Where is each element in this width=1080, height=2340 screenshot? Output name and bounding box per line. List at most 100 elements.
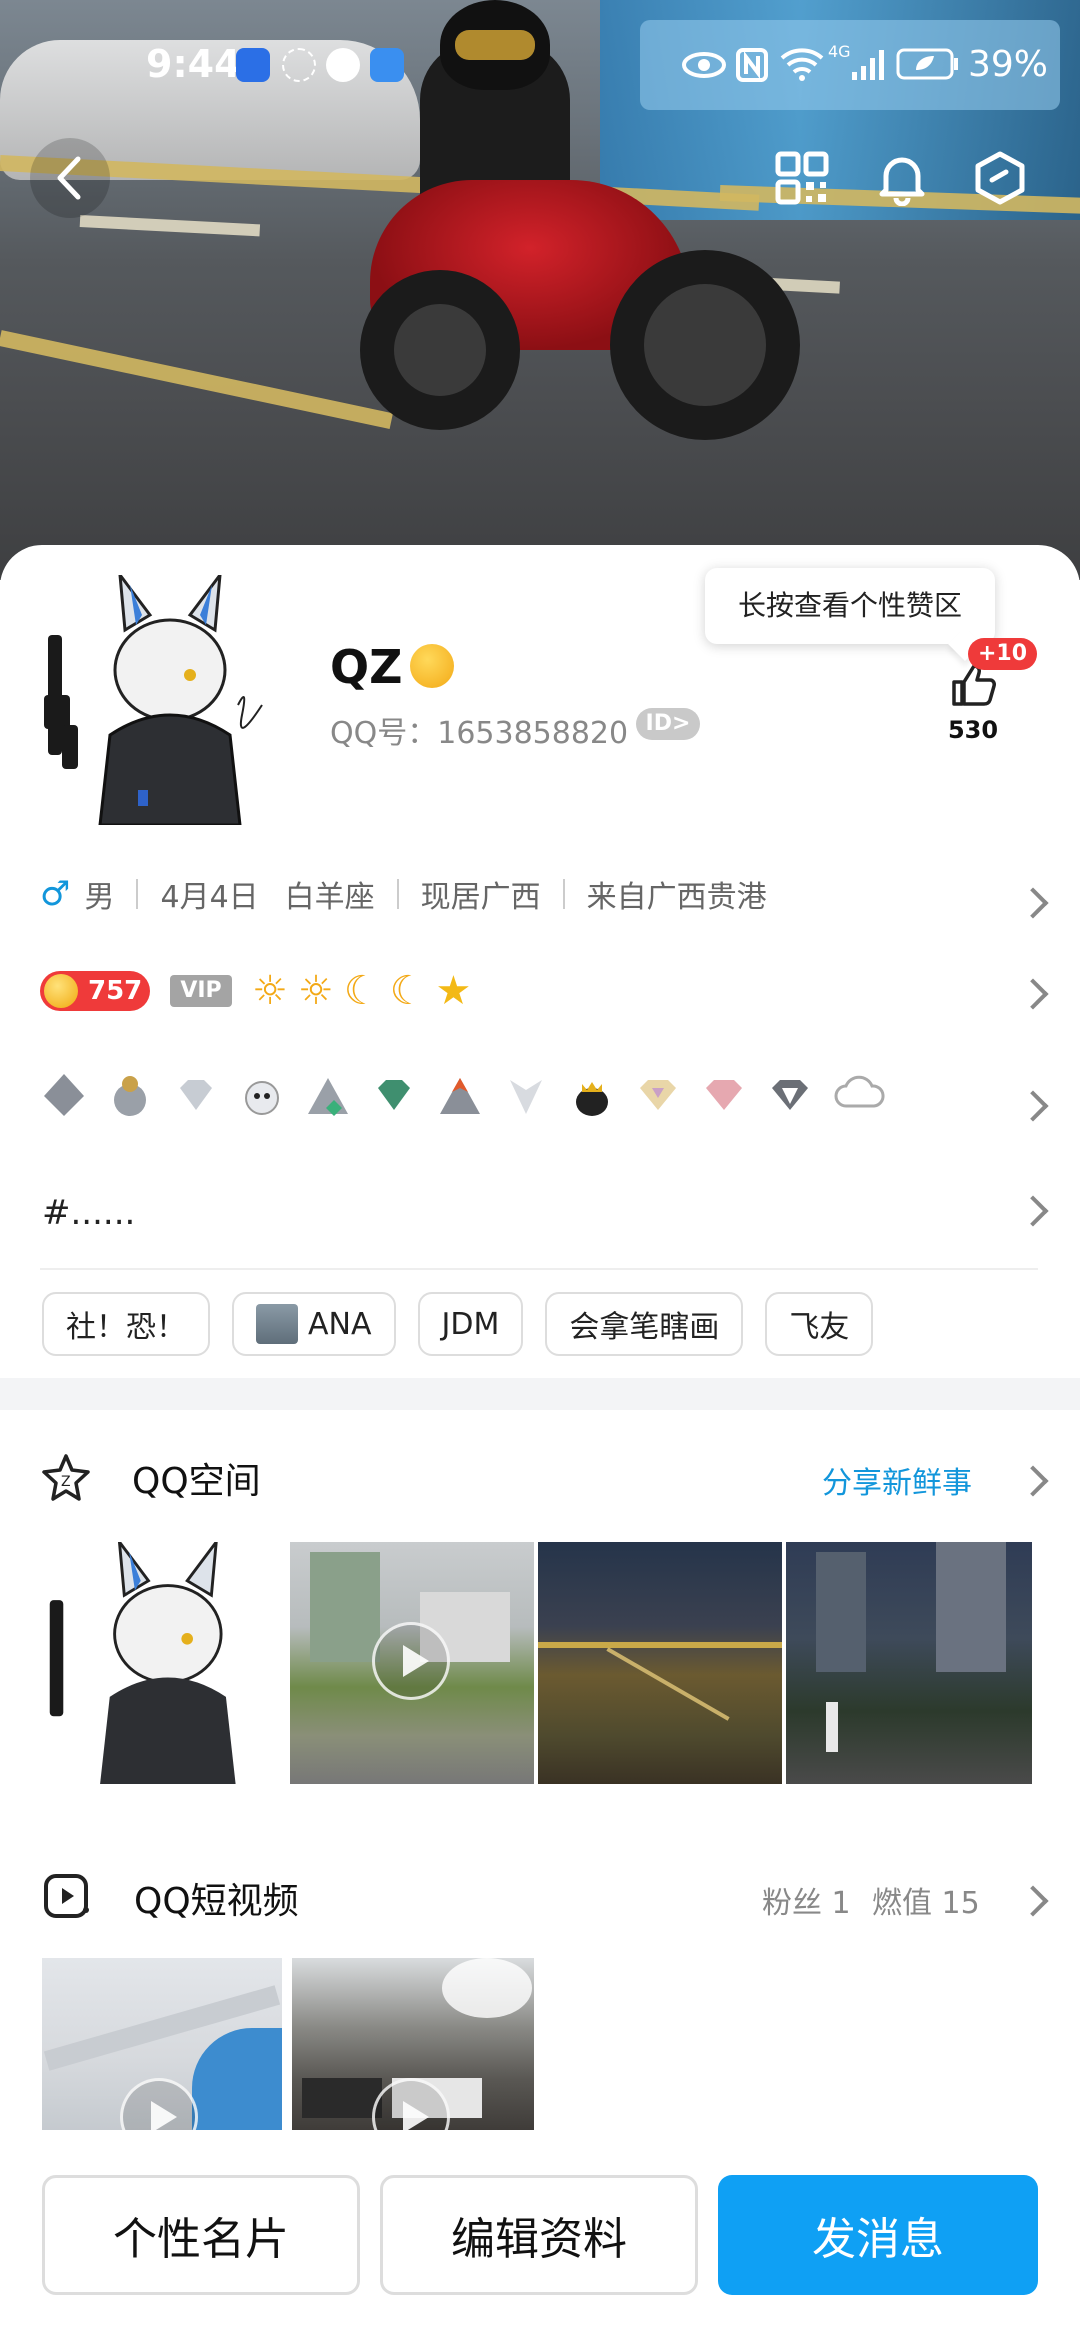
eye-icon [682, 52, 726, 78]
profile-name: QZ [330, 640, 403, 694]
short-video-thumb[interactable] [42, 1958, 282, 2130]
nfc-icon [736, 48, 768, 82]
bell-icon [879, 157, 925, 206]
sun-level-icon: ☼ [297, 968, 334, 1014]
tag-label: 社！恐！ [66, 1310, 186, 1345]
short-video-icon [44, 1874, 89, 1918]
edit-profile-button[interactable]: 编辑资料 [380, 2175, 698, 2295]
tag-item[interactable]: ANA [232, 1292, 396, 1356]
gem-badge-icon [378, 1080, 410, 1110]
chat-app-icon [326, 48, 360, 82]
v-badge-icon [510, 1080, 542, 1114]
qzone-title[interactable]: QQ空间 [132, 1452, 261, 1504]
star-icon: Z [42, 1454, 90, 1501]
play-icon [120, 2078, 198, 2130]
hometown: 来自广西贵港 [586, 880, 767, 915]
battery-icon [896, 48, 958, 80]
gender: 男 [84, 880, 115, 915]
moon-level-icon: ☾ [389, 968, 426, 1014]
basic-info-row[interactable]: ♂ 男 4月4日 白羊座 现居广西 来自广西贵港 [40, 872, 1040, 916]
like-increment-badge: +10 [968, 638, 1038, 670]
tag-label: JDM [441, 1306, 500, 1342]
svg-text:Z: Z [61, 1474, 71, 1490]
car-shape [302, 2078, 382, 2118]
status-time: 9:44 [146, 42, 241, 86]
settings-button[interactable] [960, 138, 1040, 218]
wifi-icon [780, 48, 824, 81]
vip-badge: VIP [170, 975, 232, 1007]
sad-face-status-icon[interactable] [410, 644, 454, 688]
divider [40, 1268, 1038, 1270]
level-row[interactable]: 757 VIP ☼ ☼ ☾ ☾ ★ [40, 968, 1040, 1014]
coin-badge: 757 [40, 971, 150, 1011]
cloud-badge-icon [834, 1075, 885, 1108]
separator [396, 879, 399, 909]
short-video-thumb[interactable] [292, 1958, 534, 2130]
separator [136, 879, 139, 909]
qzone-photo[interactable] [538, 1542, 782, 1784]
ceiling-light-shape [442, 1958, 532, 2018]
coin-icon [44, 974, 78, 1008]
chevron-left-icon [57, 156, 81, 200]
cover-wheel [360, 270, 520, 430]
badge-icon [44, 1074, 84, 1116]
shield-app-icon [236, 48, 270, 82]
personal-card-button[interactable]: 个性名片 [42, 2175, 360, 2295]
location: 现居广西 [420, 880, 541, 915]
back-button[interactable] [30, 138, 110, 218]
badges-row[interactable] [40, 1070, 1040, 1120]
qr-code-button[interactable] [762, 138, 842, 218]
diamond-badge-icon [180, 1080, 212, 1110]
building-shape [310, 1552, 380, 1662]
avatar[interactable] [40, 575, 290, 825]
mountain-badge-icon [308, 1078, 348, 1116]
dark-gem-badge-icon [772, 1080, 808, 1110]
battery-percent: 39% [968, 44, 1049, 85]
mountain-badge-icon [440, 1078, 480, 1114]
tag-item[interactable]: 会拿笔瞎画 [545, 1292, 744, 1356]
tag-item[interactable]: 社！恐！ [42, 1292, 210, 1356]
hexagon-settings-icon [975, 151, 1025, 205]
zodiac: 白羊座 [284, 880, 375, 915]
road-yellow-line [0, 330, 393, 429]
signal-icon [852, 50, 884, 80]
building-shape [936, 1542, 1006, 1672]
qzone-photo[interactable] [42, 1542, 284, 1784]
share-news-link[interactable]: 分享新鲜事 [822, 1458, 972, 1502]
section-gap [0, 1378, 1080, 1410]
airplane-tail-shape [192, 2028, 282, 2130]
face-badge-icon [245, 1081, 279, 1115]
building-shape [816, 1552, 866, 1672]
star-level-icon: ★ [435, 968, 472, 1014]
qq-number[interactable]: QQ号：1653858820 [330, 708, 628, 752]
send-message-button[interactable]: 发消息 [718, 2175, 1038, 2295]
id-badge[interactable]: ID> [636, 708, 700, 740]
penguin-badge-icon [114, 1076, 146, 1116]
rail-line [606, 1647, 730, 1721]
tag-label: 飞友 [789, 1310, 850, 1345]
tag-item[interactable]: 飞友 [765, 1292, 874, 1356]
road-lane-line [79, 215, 261, 237]
qzone-video-thumb[interactable] [290, 1542, 534, 1784]
like-tooltip: 长按查看个性赞区 [705, 568, 995, 644]
signature[interactable]: #...... [42, 1193, 135, 1233]
tag-list: 社！恐！ ANA JDM 会拿笔瞎画 飞友 [42, 1292, 874, 1356]
short-video-title[interactable]: QQ短视频 [134, 1872, 299, 1924]
like-count: 530 [947, 716, 999, 744]
separator [562, 879, 565, 909]
avatar-art-image [49, 1542, 236, 1784]
network-type: 4G [828, 42, 851, 61]
pink-gem-badge-icon [706, 1080, 742, 1110]
heat-count: 燃值 15 [872, 1886, 980, 1921]
tag-label: 会拿笔瞎画 [569, 1310, 720, 1345]
light-line [538, 1642, 782, 1648]
browser-app-icon [370, 48, 404, 82]
male-icon: ♂ [40, 874, 71, 914]
gold-gem-badge-icon [640, 1080, 676, 1110]
cover-wheel [610, 250, 800, 440]
qzone-photo[interactable] [786, 1542, 1032, 1784]
coin-value: 757 [88, 976, 143, 1006]
play-icon [372, 1622, 450, 1700]
tag-item[interactable]: JDM [417, 1292, 524, 1356]
notifications-button[interactable] [862, 138, 942, 218]
